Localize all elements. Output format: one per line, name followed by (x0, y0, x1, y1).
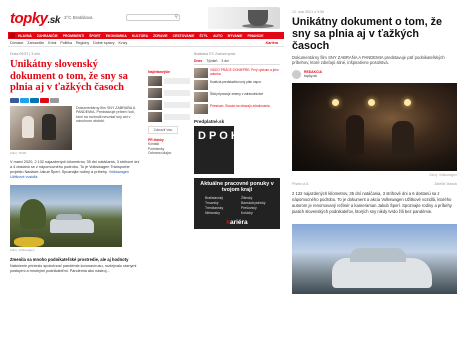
mobile-author[interactable]: REDAKCIA topky.sk (292, 69, 457, 79)
author-info: REDAKCIA topky.sk (304, 70, 322, 79)
hero-section: Zdroj: TASR Dokumentárny film SNY ZABRAŇ… (10, 105, 144, 155)
news-item[interactable]: Prieskum: Slováci sa obávajú zdražovania (194, 104, 280, 114)
subnav-item[interactable]: Domáce (10, 41, 23, 45)
hero-perex: Dokumentárny film SNY ZABRAŇA A PANDEMIA… (76, 105, 136, 124)
article-sidebar: Najčítanejšie Zobraziť viac PR články Ko… (148, 70, 190, 156)
kariera-link[interactable]: Kariéra (266, 41, 278, 45)
share-buttons (10, 97, 144, 103)
font-size-control[interactable]: Písmo A A (292, 182, 308, 186)
image-caption: Zdroj: Volkswagen (10, 247, 35, 252)
mobile-van-photo[interactable] (292, 223, 457, 294)
subnav-item[interactable]: Kvízy (119, 41, 128, 45)
email-share-icon[interactable] (40, 97, 49, 103)
article-main-column: Dnes 09:57 | 3 min Unikátny slovenský do… (10, 52, 144, 274)
main-nav: HLAVNÁ ZAHRANIČIE PROMINENTI ŠPORT EKONOMIKA… (8, 32, 284, 39)
avatar (292, 69, 301, 79)
news-item[interactable]: Koalícia predstavila nový plán úspor (194, 80, 280, 90)
nav-item[interactable]: ŠPORT (87, 34, 103, 38)
news-item[interactable]: VIDEO PRÁCE DONIEPRE: Prvý výskum a jeho… (194, 68, 280, 78)
sidebar-thumb[interactable] (148, 112, 190, 122)
article-image-van[interactable] (10, 184, 122, 247)
nav-item[interactable]: ZAHRANIČIE (35, 34, 60, 38)
facebook-share-icon[interactable] (10, 97, 19, 103)
subnav-item[interactable]: Krimi (48, 41, 56, 45)
subnav-item[interactable]: Dobré správy (93, 41, 114, 45)
hero-caption: Zdroj: TASR (10, 150, 27, 155)
mobile-date: 12. mar 2021 o 9:56 (292, 10, 325, 14)
article-body-1: V marci 2020, 2 132 najazdených kilometr… (10, 159, 140, 179)
show-more-button[interactable]: Zobraziť viac (148, 126, 178, 134)
mobile-lead: Dokumentárny film SNY ZABRAŇA A PANDEMIA… (292, 55, 445, 66)
print-icon[interactable] (50, 97, 59, 103)
linkedin-share-icon[interactable] (30, 97, 39, 103)
mobile-toolbar: Písmo A A Zdieľať článok (292, 182, 457, 186)
hero-image[interactable] (10, 105, 72, 150)
mobile-hero-photo[interactable] (292, 82, 457, 171)
site-logo[interactable]: topky.sk (10, 10, 60, 27)
tab-3days[interactable]: 3 dni (221, 59, 228, 63)
nav-item[interactable]: KULTÚRA (130, 34, 150, 38)
sidebar-thumb[interactable] (148, 100, 190, 110)
subnav-item[interactable]: Regióny (76, 41, 89, 45)
article-title: Unikátny slovenský dokument o tom, že sn… (10, 59, 128, 93)
most-read-tabs: Dnes Týždeň 3 dni (194, 59, 280, 65)
subnav-item[interactable]: Politika (60, 41, 72, 45)
kariera-logo[interactable]: kariéra (197, 219, 277, 226)
sidebar-thumb[interactable] (148, 76, 190, 86)
job-region[interactable]: Nitriansky (205, 211, 241, 216)
mobile-body: 2 132 najazdených kilometrov, 35 dní nat… (292, 190, 452, 215)
job-offers-box[interactable]: Aktuálne pracovné ponuky v tvojom kraji … (194, 178, 280, 229)
nav-item[interactable]: AUTO (211, 34, 225, 38)
home-icon[interactable] (9, 33, 15, 38)
nav-item[interactable]: PROMINENTI (61, 34, 86, 38)
mobile-article-page: 12. mar 2021 o 9:56 Unikátny dokument o … (292, 6, 457, 358)
header-ad-banner[interactable] (208, 7, 280, 29)
desktop-article-page: topky.sk 3°C Bratislava ⚲ HLAVNÁ ZAHRANIČ… (8, 6, 284, 358)
news-list: VIDEO PRÁCE DONIEPRE: Prvý výskum a jeho… (194, 68, 280, 114)
article-body-2: Natočenie prinieslo spoločnosť pandémie … (10, 263, 137, 273)
nav-item[interactable]: EKONOMIKA (104, 34, 129, 38)
twitter-share-icon[interactable] (20, 97, 29, 103)
nav-item[interactable]: CESTOVANIE (171, 34, 197, 38)
mobile-photo-caption: Zdroj: Volkswagen (429, 172, 457, 177)
search-input[interactable]: ⚲ (126, 14, 180, 21)
site-header: topky.sk 3°C Bratislava ⚲ (8, 6, 284, 32)
job-region[interactable]: Košický (241, 211, 277, 216)
news-item[interactable]: Štát pripravuje zmeny v zdravotníctve (194, 92, 280, 102)
coffee-cup-graphic (248, 10, 268, 26)
article-subheading: Zmenila sa mnoho podnikateľské prostredi… (10, 256, 129, 262)
nav-item[interactable]: ZDRAVIE (151, 34, 170, 38)
nav-item[interactable]: ŠTÝL (197, 34, 210, 38)
nav-item[interactable]: BÝVANIE (226, 34, 245, 38)
tab-today[interactable]: Dnes (194, 59, 202, 63)
right-top-line: Bratislava 3°C Zoznam správ (194, 52, 236, 56)
nav-item[interactable]: FINANCIE (245, 34, 265, 38)
share-article-link[interactable]: Zdieľať článok (434, 182, 457, 186)
sidebar-links: PR články Kontakt Podmienky Ochrana údaj… (148, 138, 190, 156)
nav-item[interactable]: HLAVNÁ (16, 34, 34, 38)
dpoh-ad[interactable]: DPOH (194, 126, 239, 174)
subnav-item[interactable]: Zahraničie (27, 41, 44, 45)
job-heading: Aktuálne pracovné ponuky v tvojom kraji (200, 181, 274, 194)
sidebar-link[interactable]: Ochrana údajov (148, 151, 190, 155)
sub-nav: Domáce Zahraničie Krimi Politika Regióny Dobr… (8, 40, 284, 47)
subscribe-heading[interactable]: Predplatné.sk (194, 119, 280, 124)
search-icon[interactable]: ⚲ (174, 14, 178, 20)
mobile-title: Unikátny dokument o tom, že sny sa plnia… (292, 16, 442, 52)
job-regions: Bratislavský Žilinský Trnavský Banskobys… (197, 196, 277, 215)
sidebar-thumb[interactable] (148, 88, 190, 98)
sidebar-heading: Najčítanejšie (148, 70, 170, 74)
tab-week[interactable]: Týždeň (206, 59, 217, 63)
right-column: Bratislava 3°C Zoznam správ Dnes Týždeň … (194, 52, 280, 229)
article-date: Dnes 09:57 | 3 min (10, 52, 41, 56)
weather-widget[interactable]: 3°C Bratislava (64, 15, 93, 20)
